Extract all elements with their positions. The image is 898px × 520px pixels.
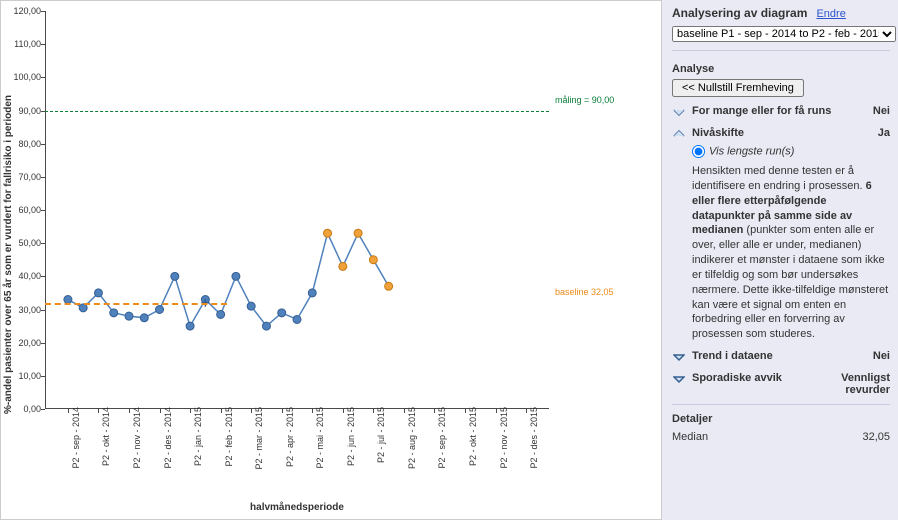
ref-line-label: måling = 90,00 [555,95,614,105]
data-point[interactable] [171,272,179,280]
x-tick-label: P2 - jun - 2015 [346,407,356,466]
chart-pane: %-andel pasienter over 65 år som er vurd… [0,0,662,520]
rule-trend: Trend i dataene Nei [672,350,890,364]
data-point[interactable] [339,262,347,270]
y-tick: 30,00 [9,305,41,315]
collapse-icon[interactable] [672,127,686,141]
data-point[interactable] [110,309,118,317]
y-tick: 40,00 [9,271,41,281]
data-point[interactable] [369,256,377,264]
y-tick: 110,00 [9,39,41,49]
analysis-panel: Analysering av diagram Endre baseline P1… [662,0,898,520]
data-point[interactable] [278,309,286,317]
y-tick: 80,00 [9,139,41,149]
detail-median: Median 32,05 [672,431,890,443]
y-tick: 20,00 [9,338,41,348]
data-point[interactable] [94,289,102,297]
data-point[interactable] [308,289,316,297]
rule-runs: For mange eller for få runs Nei [672,105,890,119]
x-axis-label: halvmånedsperiode [45,502,549,513]
ref-line-label: baseline 32,05 [555,287,614,297]
x-tick-label: P2 - okt - 2014 [101,407,111,466]
y-tick: 90,00 [9,106,41,116]
data-point[interactable] [232,272,240,280]
data-point[interactable] [186,322,194,330]
x-tick-label: P2 - mai - 2015 [315,407,325,469]
y-tick: 70,00 [9,172,41,182]
panel-title: Analysering av diagram [672,6,807,20]
x-tick-label: P2 - aug - 2015 [407,407,417,469]
data-point[interactable] [262,322,270,330]
x-tick-label: P2 - apr - 2015 [285,407,295,467]
data-point[interactable] [140,314,148,322]
data-point[interactable] [385,282,393,290]
data-point[interactable] [125,312,133,320]
y-tick: 60,00 [9,205,41,215]
x-tick-label: P2 - sep - 2015 [437,407,447,469]
change-link[interactable]: Endre [816,8,845,20]
longest-run-radio[interactable] [692,145,705,158]
x-tick-label: P2 - nov - 2014 [132,407,142,469]
x-tick-label: P2 - nov - 2015 [499,407,509,469]
data-point[interactable] [293,315,301,323]
data-point[interactable] [79,304,87,312]
data-point[interactable] [324,229,332,237]
baseline-select[interactable]: baseline P1 - sep - 2014 to P2 - feb - 2… [672,26,896,42]
x-tick-label: P2 - des - 2015 [529,407,539,469]
expand-icon[interactable] [672,372,686,386]
y-tick: 0,00 [9,404,41,414]
y-tick: 50,00 [9,238,41,248]
y-tick: 100,00 [9,72,41,82]
y-tick: 10,00 [9,371,41,381]
x-tick-label: P2 - jul - 2015 [376,407,386,463]
x-tick-label: P2 - mar - 2015 [254,407,264,470]
data-point[interactable] [247,302,255,310]
expand-icon[interactable] [672,350,686,364]
x-tick-label: P2 - sep - 2014 [71,407,81,469]
rule-sporadisk: Sporadiske avvik Vennligst revurder [672,372,890,396]
x-tick-label: P2 - des - 2014 [163,407,173,469]
rule-shift: Nivåskifte Ja [672,127,890,141]
analyse-heading: Analyse [672,63,890,75]
rule-shift-detail: Vis lengste run(s) Hensikten med denne t… [692,145,890,342]
expand-icon[interactable] [672,105,686,119]
x-tick-label: P2 - feb - 2015 [224,407,234,467]
data-point[interactable] [217,310,225,318]
x-tick-label: P2 - okt - 2015 [468,407,478,466]
data-point[interactable] [354,229,362,237]
data-point[interactable] [156,306,164,314]
plot-area: 0,0010,0020,0030,0040,0050,0060,0070,008… [45,11,549,409]
y-tick: 120,00 [9,6,41,16]
x-tick-label: P2 - jan - 2015 [193,407,203,466]
reset-highlight-button[interactable]: << Nullstill Fremheving [672,79,804,97]
details-heading: Detaljer [672,413,890,425]
